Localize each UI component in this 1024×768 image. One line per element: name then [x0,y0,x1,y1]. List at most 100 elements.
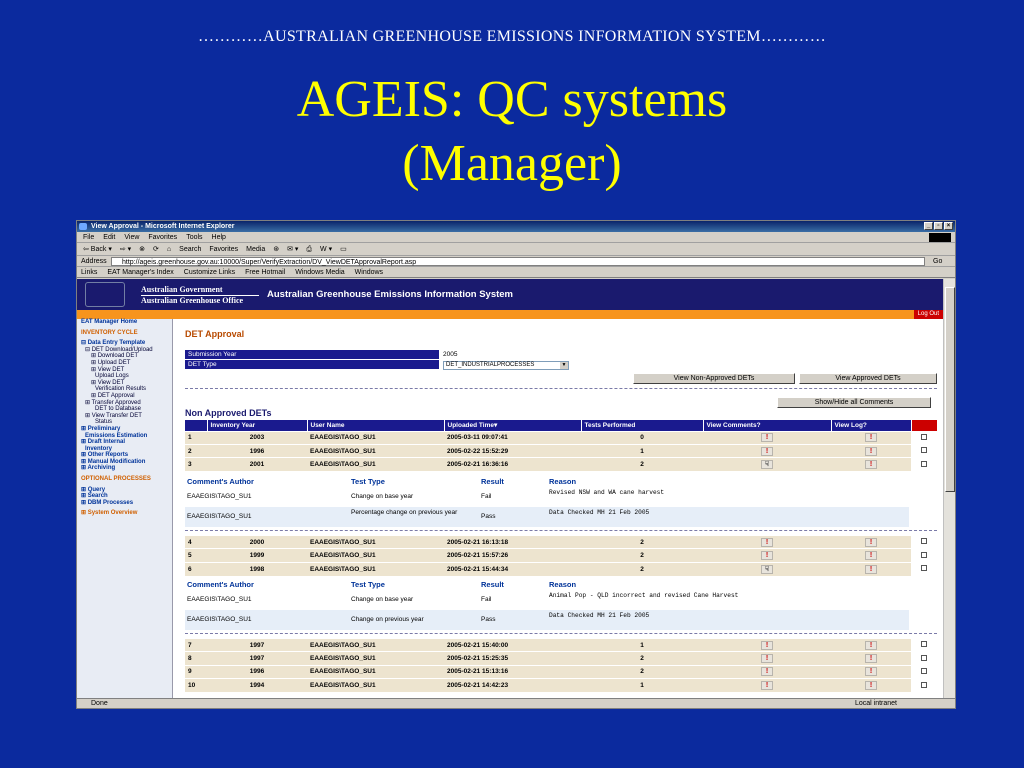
alert-icon[interactable]: ! [761,551,773,561]
sidebar-item[interactable]: ⊟ Data Entry Template [77,340,172,347]
sidebar-item[interactable]: ⊞ Draft Internal [77,439,172,446]
hand-pointer-icon[interactable]: ☟ [761,460,773,470]
row-checkbox[interactable] [921,681,927,688]
alert-icon[interactable]: ! [865,667,877,677]
alert-icon[interactable]: ! [865,564,877,574]
alert-icon[interactable]: ! [865,654,877,664]
menu-item[interactable]: View [124,232,139,242]
toolbar-button[interactable]: ✉ ▾ [287,243,298,255]
sidebar-item[interactable]: ⊞ Manual Modification [77,459,172,466]
alert-icon[interactable]: ! [761,537,773,547]
toolbar-button[interactable]: Favorites [209,243,238,255]
sidebar-item[interactable]: Upload Logs [77,373,172,380]
menu-item[interactable]: Favorites [148,232,177,242]
sidebar-item[interactable]: ⊞ Upload DET [77,360,172,367]
go-button[interactable]: Go [933,256,955,267]
toolbar-button[interactable]: ▭ [340,243,347,255]
alert-icon[interactable]: ! [865,681,877,691]
alert-icon[interactable]: ! [761,681,773,691]
sidebar-item[interactable]: Emissions Estimation [77,433,172,440]
link-item[interactable]: Customize Links [184,267,235,277]
column-header[interactable]: Inventory Year [207,420,308,431]
alert-icon[interactable]: ! [865,537,877,547]
alert-icon[interactable]: ! [761,433,773,443]
link-item[interactable]: Free Hotmail [245,267,285,277]
sidebar-item[interactable]: ⊞ Archiving [77,465,172,472]
toolbar-button[interactable]: ⇦ Back ▾ [83,243,112,255]
toolbar-button[interactable]: ⇨ ▾ [120,243,131,255]
alert-icon[interactable]: ! [761,640,773,650]
select-all-icon[interactable] [911,420,938,431]
alert-icon[interactable]: ! [865,433,877,443]
toolbar-button[interactable]: ⎙ [306,243,312,255]
column-header[interactable]: User Name [307,420,445,431]
link-item[interactable]: Windows Media [295,267,344,277]
menu-item[interactable]: Edit [103,232,115,242]
sidebar-item[interactable]: ⊞ Query [77,487,172,494]
sidebar-item[interactable]: ⊞ Transfer Approved [77,400,172,407]
toolbar-button[interactable]: ⟳ [153,243,159,255]
sidebar-item[interactable]: ⊞ View DET [77,367,172,374]
sidebar-item[interactable]: ⊞ View DET [77,380,172,387]
menu-item[interactable]: File [83,232,94,242]
toolbar-button[interactable]: W ▾ [320,243,332,255]
row-checkbox[interactable] [921,667,927,674]
column-header[interactable]: View Comments? [703,420,832,431]
sidebar-item[interactable]: DET to Database [77,406,172,413]
alert-icon[interactable]: ! [865,460,877,470]
toolbar-button[interactable]: Media [246,243,265,255]
sidebar-item[interactable]: ⊞ Search [77,493,172,500]
row-checkbox[interactable] [921,641,927,648]
toolbar-button[interactable]: ⊗ [139,243,145,255]
maximize-button[interactable]: ▫ [934,222,943,230]
alert-icon[interactable]: ! [865,640,877,650]
view-non-approved-button[interactable]: View Non-Approved DETs [633,373,795,384]
sidebar-item[interactable]: ⊞ View Transfer DET [77,413,172,420]
minimize-button[interactable]: _ [924,222,933,230]
sidebar-item[interactable]: ⊞ Preliminary [77,426,172,433]
logout-button[interactable]: Log Out [913,310,943,319]
det-type-select[interactable]: DET_INDUSTRIALPROCESSES ▼ [443,361,569,370]
row-checkbox[interactable] [921,565,927,572]
link-item[interactable]: EAT Manager's Index [107,267,173,277]
sidebar-item[interactable]: ⊞ DBM Processes [77,500,172,507]
show-hide-comments-button[interactable]: Show/Hide all Comments [777,397,931,408]
column-header[interactable]: Tests Performed [581,420,704,431]
alert-icon[interactable]: ! [761,667,773,677]
menu-item[interactable]: Help [212,232,226,242]
row-checkbox[interactable] [921,538,927,545]
sidebar-item[interactable]: ⊞ Other Reports [77,452,172,459]
toolbar-button[interactable]: ⊛ [273,243,279,255]
sidebar-item[interactable]: Inventory [77,446,172,453]
menu-item[interactable]: Tools [186,232,202,242]
sidebar-item[interactable]: EAT Manager Home [77,319,172,326]
sidebar-item[interactable]: INVENTORY CYCLE [77,330,172,337]
column-header[interactable] [185,420,208,431]
sidebar-item[interactable]: ⊞ Download DET [77,353,172,360]
sidebar-item[interactable]: OPTIONAL PROCESSES [77,476,172,483]
row-checkbox[interactable] [921,460,927,467]
sidebar-item[interactable]: Status [77,419,172,426]
row-checkbox[interactable] [921,654,927,661]
sidebar-item[interactable]: ⊞ System Overview [77,510,172,517]
vertical-scrollbar[interactable] [943,279,955,700]
scroll-thumb[interactable] [945,287,955,492]
column-header[interactable]: View Log? [831,420,912,431]
view-approved-button[interactable]: View Approved DETs [799,373,937,384]
alert-icon[interactable]: ! [761,446,773,456]
column-header[interactable]: Uploaded Time▾ [444,420,582,431]
row-checkbox[interactable] [921,551,927,558]
row-checkbox[interactable] [921,447,927,454]
sidebar-item[interactable]: Verification Results [77,386,172,393]
alert-icon[interactable]: ! [865,446,877,456]
link-item[interactable]: Windows [355,267,383,277]
hand-pointer-icon[interactable]: ☟ [761,564,773,574]
toolbar-button[interactable]: Search [179,243,201,255]
sidebar-item[interactable]: ⊞ DET Approval [77,393,172,400]
address-input[interactable]: http://ageis.greenhouse.gov.au:10000/Sup… [111,256,925,266]
toolbar-button[interactable]: ⌂ [167,243,171,255]
sidebar-item[interactable]: ⊟ DET Download/Upload [77,347,172,354]
row-checkbox[interactable] [921,433,927,440]
alert-icon[interactable]: ! [761,654,773,664]
close-button[interactable]: × [944,222,953,230]
